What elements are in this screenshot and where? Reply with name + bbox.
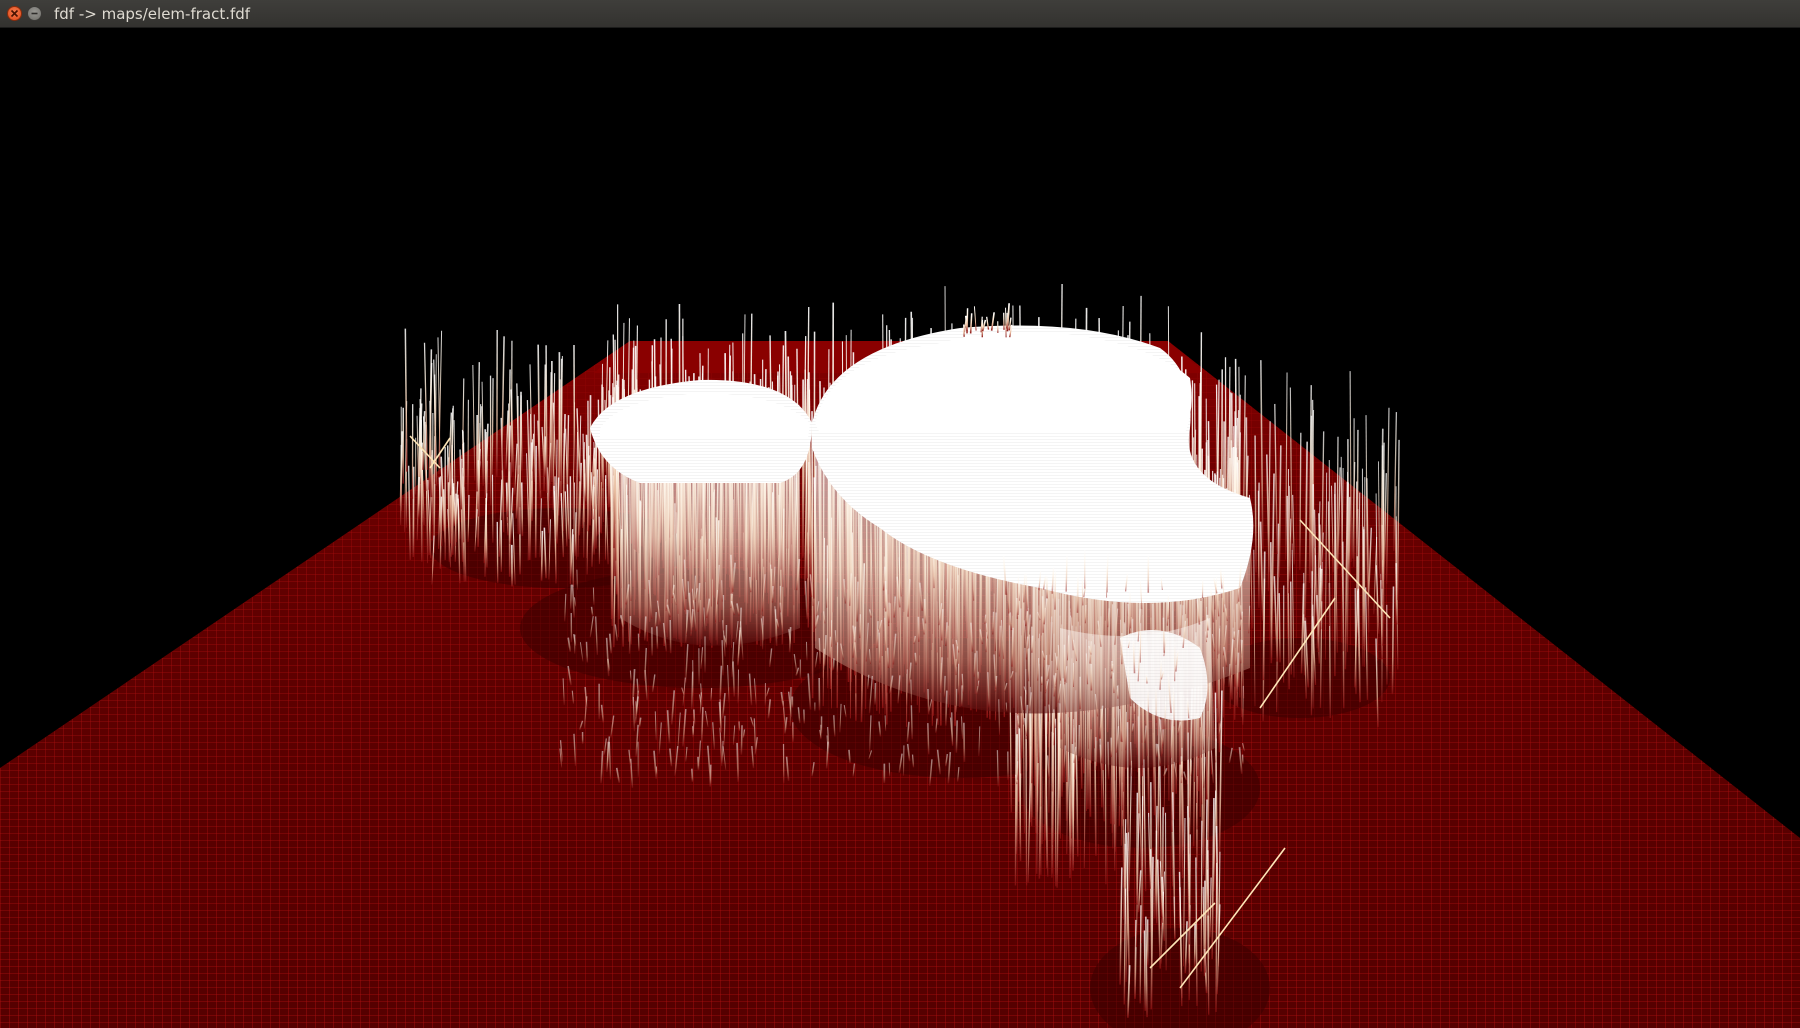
minimize-button[interactable] [27, 6, 42, 21]
close-icon [10, 9, 19, 18]
title-bar[interactable]: fdf -> maps/elem-fract.fdf [0, 0, 1800, 28]
fdf-window: fdf -> maps/elem-fract.fdf [0, 0, 1800, 1028]
wireframe-render [0, 283, 1800, 1028]
render-viewport[interactable] [0, 28, 1800, 1028]
minimize-icon [31, 12, 38, 15]
window-title: fdf -> maps/elem-fract.fdf [54, 5, 251, 23]
close-button[interactable] [7, 6, 22, 21]
